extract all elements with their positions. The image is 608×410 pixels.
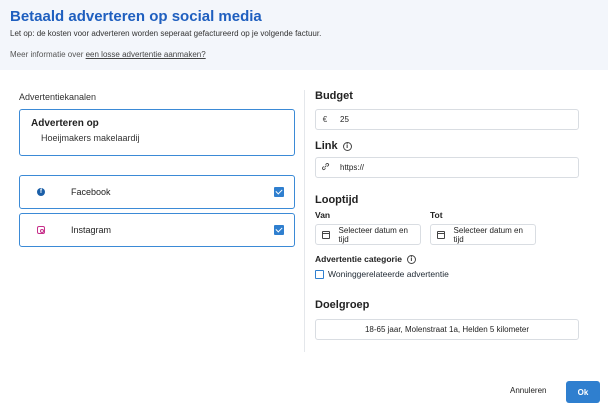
account-title: Adverteren op [31, 118, 99, 129]
category-checkbox-label: Woninggerelateerde advertentie [328, 269, 449, 279]
to-group: Tot Selecteer datum en tijd [430, 210, 536, 245]
link-icon [316, 162, 334, 173]
header: Betaald adverteren op social media Let o… [0, 0, 608, 70]
to-date-button[interactable]: Selecteer datum en tijd [430, 224, 536, 245]
info-icon[interactable]: i [342, 141, 352, 151]
channel-facebook[interactable]: f Facebook [19, 175, 295, 209]
calendar-icon [322, 230, 330, 239]
cancel-button[interactable]: Annuleren [510, 386, 546, 395]
from-date-button[interactable]: Selecteer datum en tijd [315, 224, 421, 245]
category-heading: Advertentie categorie i [315, 254, 579, 264]
info-icon[interactable]: i [406, 254, 416, 264]
channel-name: Facebook [71, 187, 111, 197]
link-placeholder: https:// [340, 163, 365, 172]
account-name: Hoeijmakers makelaardij [41, 133, 140, 143]
info-prefix: Meer informatie over [10, 50, 86, 59]
runtime-heading: Looptijd [315, 194, 359, 206]
from-label: Van [315, 210, 331, 220]
category-checkbox[interactable] [315, 269, 324, 279]
euro-icon: € [322, 115, 328, 124]
instagram-checkbox[interactable] [274, 225, 284, 235]
channels-panel: Advertentiekanalen Adverteren op Hoeijma… [19, 92, 295, 156]
budget-heading: Budget [315, 90, 353, 102]
info-line: Meer informatie over een losse advertent… [10, 50, 598, 59]
ok-button[interactable]: Ok [566, 381, 600, 403]
calendar-icon [437, 230, 445, 239]
page-title: Betaald adverteren op social media [10, 8, 262, 25]
link-heading: Link i [315, 140, 579, 152]
account-card[interactable]: Adverteren op Hoeijmakers makelaardij [19, 109, 295, 156]
info-link[interactable]: een losse advertentie aanmaken? [86, 50, 206, 59]
audience-heading: Doelgroep [315, 299, 370, 311]
settings-panel: Budget € 25 Link i https:// Looptijd Van … [315, 90, 579, 340]
facebook-checkbox[interactable] [274, 187, 284, 197]
to-label: Tot [430, 210, 443, 220]
category-row[interactable]: Woninggerelateerde advertentie [315, 269, 579, 279]
channels-label: Advertentiekanalen [19, 92, 97, 102]
channel-name: Instagram [71, 225, 112, 235]
budget-input[interactable]: € 25 [315, 109, 579, 130]
facebook-icon: f [37, 188, 45, 196]
runtime-row: Van Selecteer datum en tijd Tot Selectee… [315, 210, 579, 245]
channel-instagram[interactable]: Instagram [19, 213, 295, 247]
from-group: Van Selecteer datum en tijd [315, 210, 430, 245]
column-divider [304, 90, 305, 352]
audience-field[interactable]: 18-65 jaar, Molenstraat 1a, Helden 5 kil… [315, 319, 579, 340]
billing-note: Let op: de kosten voor adverteren worden… [10, 29, 322, 38]
instagram-icon [37, 226, 45, 234]
link-input[interactable]: https:// [315, 157, 579, 178]
budget-value: 25 [340, 115, 349, 124]
